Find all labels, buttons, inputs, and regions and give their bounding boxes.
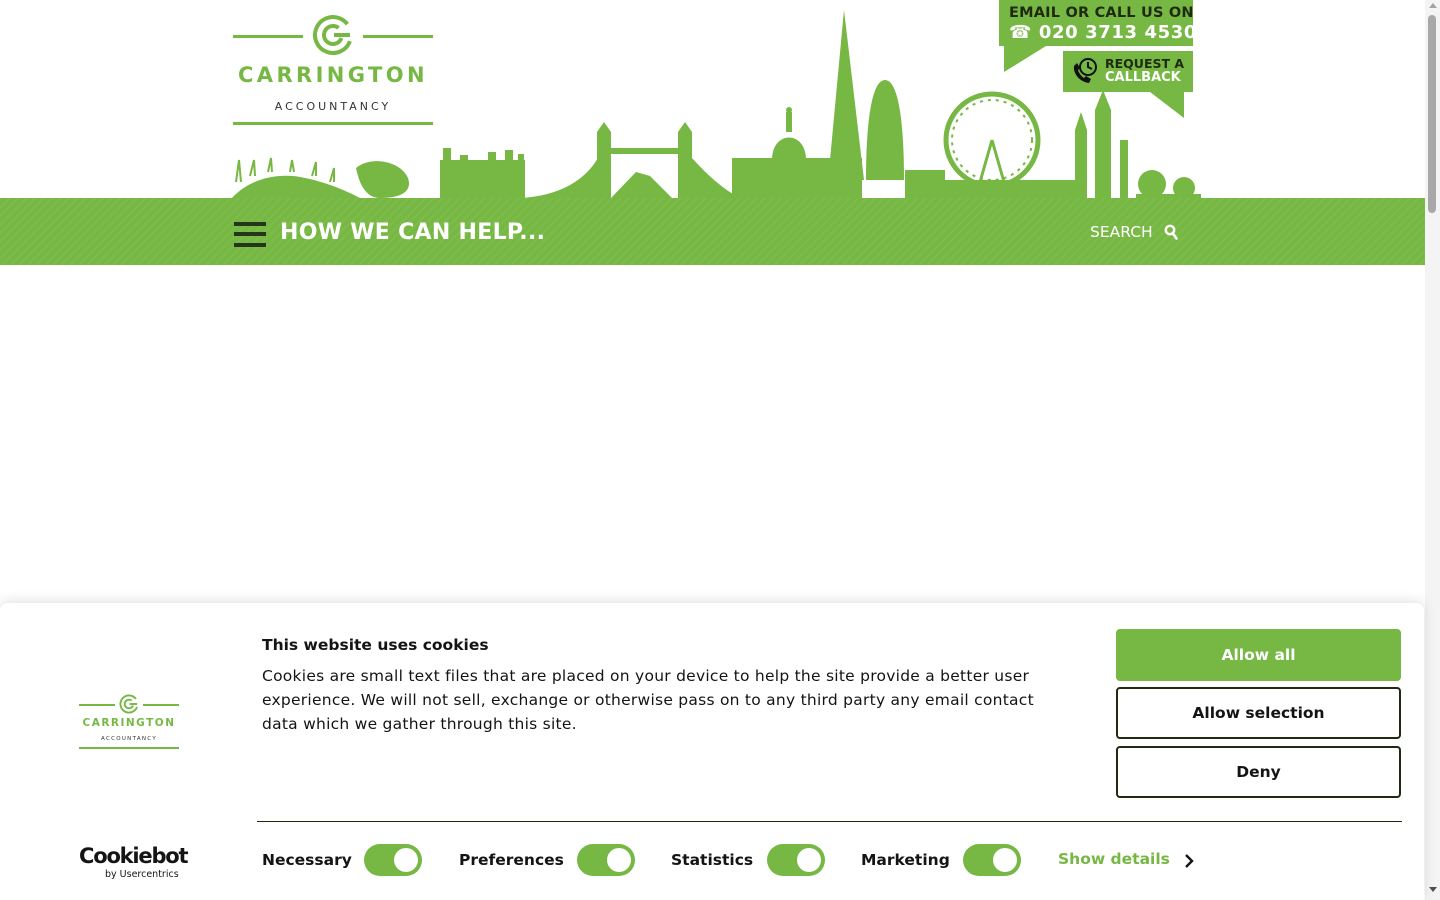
toggle-label-marketing: Marketing [861,851,950,869]
cb-logo-tagline: ACCOUNTANCY [100,736,158,742]
main-nav-bar [0,198,1425,265]
nav-title[interactable]: HOW WE CAN HELP... [280,220,545,245]
logo-underline [233,122,433,125]
cb-logo-underline [79,747,179,749]
cookiebot-name: Cookiebot [79,844,189,868]
toggle-group-marketing: Marketing [861,844,1021,876]
logo-name: CARRINGTON [237,63,428,87]
toggle-statistics[interactable] [767,844,825,876]
cookie-consent-banner: CARRINGTON ACCOUNTANCY This website uses… [0,603,1424,900]
callback-tail [1150,92,1184,118]
phone-number[interactable]: 020 3713 4530 [1039,22,1197,43]
logo-mark-icon [313,15,353,55]
search-button[interactable]: SEARCH [1090,222,1178,244]
scroll-thumb[interactable] [1428,15,1436,213]
toggle-label-preferences: Preferences [459,851,564,869]
logo-mark-icon [119,694,139,714]
cookie-banner-text: Cookies are small text files that are pl… [262,667,1034,733]
deny-button[interactable]: Deny [1116,746,1401,798]
toggle-group-statistics: Statistics [671,844,825,876]
cookiebot-sub: by Usercentrics [105,869,179,880]
cookie-banner-divider [257,821,1402,822]
toggle-preferences[interactable] [577,844,635,876]
magnifier-icon [1164,224,1178,240]
contact-box[interactable]: EMAIL OR CALL US ON ☎ 020 3713 4530 [999,0,1196,46]
allow-selection-button[interactable]: Allow selection [1116,687,1401,739]
hamburger-menu-icon[interactable] [234,222,266,247]
telephone-icon: ☎ [1009,22,1033,43]
cookie-banner-title: This website uses cookies [262,636,489,654]
toggle-group-preferences: Preferences [459,844,635,876]
toggle-knob [993,848,1017,872]
logo-line-left [233,35,303,38]
page-scrollbar[interactable] [1425,0,1440,900]
cookiebot-logo[interactable]: Cookiebot by Usercentrics [79,844,189,880]
toggle-knob [394,848,418,872]
request-callback-button[interactable]: REQUEST A CALLBACK [1063,51,1193,92]
toggle-necessary[interactable] [364,844,422,876]
callback-line-2: CALLBACK [1105,70,1181,85]
site-header: CARRINGTON ACCOUNTANCY EMAIL OR CALL US … [0,0,1425,199]
contact-box-tail [1004,46,1046,72]
allow-all-button[interactable]: Allow all [1116,629,1401,681]
search-label: SEARCH [1090,222,1153,241]
contact-label: EMAIL OR CALL US ON [1009,5,1194,21]
scroll-down-arrow-icon[interactable] [1429,887,1437,892]
cb-logo-line-left [79,704,115,706]
callback-line-1: REQUEST A [1105,56,1185,71]
toggle-label-statistics: Statistics [671,851,754,869]
toggle-marketing[interactable] [963,844,1021,876]
cb-logo-name: CARRINGTON [82,717,176,729]
scroll-up-arrow-icon[interactable] [1429,3,1437,8]
chevron-right-icon[interactable] [1183,853,1195,869]
cb-logo-line-right [143,704,179,706]
toggle-knob [797,848,821,872]
logo-line-right [363,35,433,38]
phone-clock-icon [1073,58,1097,83]
logo-tagline: ACCOUNTANCY [274,100,392,113]
contact-phone-line[interactable]: ☎ 020 3713 4530 [1009,22,1197,43]
site-logo[interactable]: CARRINGTON ACCOUNTANCY [233,14,433,126]
toggle-group-necessary: Necessary [262,844,422,876]
show-details-link[interactable]: Show details [1058,850,1170,868]
toggle-knob [607,848,631,872]
cookie-banner-logo: CARRINGTON ACCOUNTANCY [79,694,179,750]
toggle-label-necessary: Necessary [262,851,352,869]
